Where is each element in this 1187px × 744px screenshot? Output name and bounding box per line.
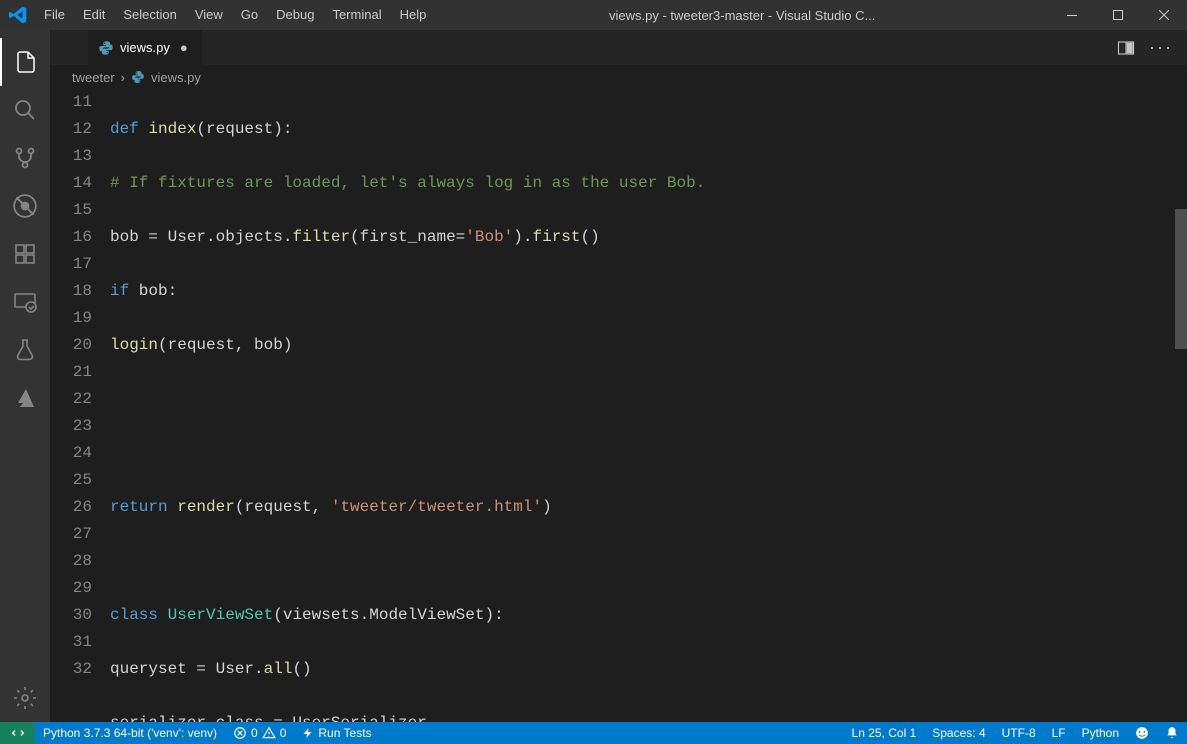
debug-icon[interactable] bbox=[0, 182, 50, 230]
vscode-logo-icon bbox=[0, 6, 35, 24]
extensions-icon[interactable] bbox=[0, 230, 50, 278]
encoding[interactable]: UTF-8 bbox=[994, 722, 1044, 744]
activity-bar bbox=[0, 30, 50, 722]
remote-indicator[interactable] bbox=[0, 722, 35, 744]
language-mode[interactable]: Python bbox=[1074, 722, 1127, 744]
remote-explorer-icon[interactable] bbox=[0, 278, 50, 326]
titlebar: File Edit Selection View Go Debug Termin… bbox=[0, 0, 1187, 30]
split-editor-icon[interactable] bbox=[1117, 39, 1135, 57]
menu-bar: File Edit Selection View Go Debug Termin… bbox=[35, 0, 435, 30]
feedback-icon[interactable] bbox=[1127, 722, 1157, 744]
indentation[interactable]: Spaces: 4 bbox=[924, 722, 993, 744]
status-bar: Python 3.7.3 64-bit ('venv': venv) 0 0 R… bbox=[0, 722, 1187, 744]
tab-label: views.py bbox=[120, 40, 170, 55]
eol[interactable]: LF bbox=[1044, 722, 1074, 744]
menu-selection[interactable]: Selection bbox=[114, 0, 185, 30]
editor-area: views.py ··· tweeter › views.py 111213 1… bbox=[50, 30, 1187, 722]
source-control-icon[interactable] bbox=[0, 134, 50, 182]
settings-gear-icon[interactable] bbox=[0, 674, 50, 722]
menu-view[interactable]: View bbox=[186, 0, 232, 30]
menu-terminal[interactable]: Terminal bbox=[323, 0, 390, 30]
menu-help[interactable]: Help bbox=[391, 0, 436, 30]
breadcrumb-folder[interactable]: tweeter bbox=[72, 70, 115, 85]
python-file-icon bbox=[98, 40, 114, 56]
search-icon[interactable] bbox=[0, 86, 50, 134]
explorer-icon[interactable] bbox=[0, 38, 50, 86]
problems-indicator[interactable]: 0 0 bbox=[225, 722, 294, 744]
python-interpreter[interactable]: Python 3.7.3 64-bit ('venv': venv) bbox=[35, 722, 225, 744]
tab-bar: views.py ··· bbox=[50, 30, 1187, 65]
maximize-button[interactable] bbox=[1095, 0, 1141, 30]
line-number-gutter: 111213 141516 171819 202122 232425 26272… bbox=[50, 89, 110, 722]
notifications-icon[interactable] bbox=[1157, 722, 1187, 744]
breadcrumb[interactable]: tweeter › views.py bbox=[50, 65, 1187, 89]
menu-go[interactable]: Go bbox=[232, 0, 267, 30]
minimize-button[interactable] bbox=[1049, 0, 1095, 30]
run-tests-button[interactable]: Run Tests bbox=[294, 722, 379, 744]
main: views.py ··· tweeter › views.py 111213 1… bbox=[0, 30, 1187, 722]
breadcrumb-file[interactable]: views.py bbox=[151, 70, 201, 85]
vertical-scrollbar[interactable] bbox=[1175, 209, 1187, 349]
tab-dirty-indicator[interactable] bbox=[176, 40, 192, 55]
code-content[interactable]: def index(request): # If fixtures are lo… bbox=[110, 89, 1187, 722]
chevron-right-icon: › bbox=[121, 70, 125, 85]
close-button[interactable] bbox=[1141, 0, 1187, 30]
menu-edit[interactable]: Edit bbox=[74, 0, 114, 30]
code-editor[interactable]: 111213 141516 171819 202122 232425 26272… bbox=[50, 89, 1187, 722]
cursor-position[interactable]: Ln 25, Col 1 bbox=[844, 722, 925, 744]
window-controls bbox=[1049, 0, 1187, 30]
window-title: views.py - tweeter3-master - Visual Stud… bbox=[435, 8, 1049, 23]
menu-file[interactable]: File bbox=[35, 0, 74, 30]
test-icon[interactable] bbox=[0, 326, 50, 374]
python-file-icon bbox=[131, 70, 145, 84]
menu-debug[interactable]: Debug bbox=[267, 0, 323, 30]
tab-views-py[interactable]: views.py bbox=[88, 30, 203, 65]
azure-icon[interactable] bbox=[0, 374, 50, 422]
more-actions-icon[interactable]: ··· bbox=[1149, 37, 1173, 58]
